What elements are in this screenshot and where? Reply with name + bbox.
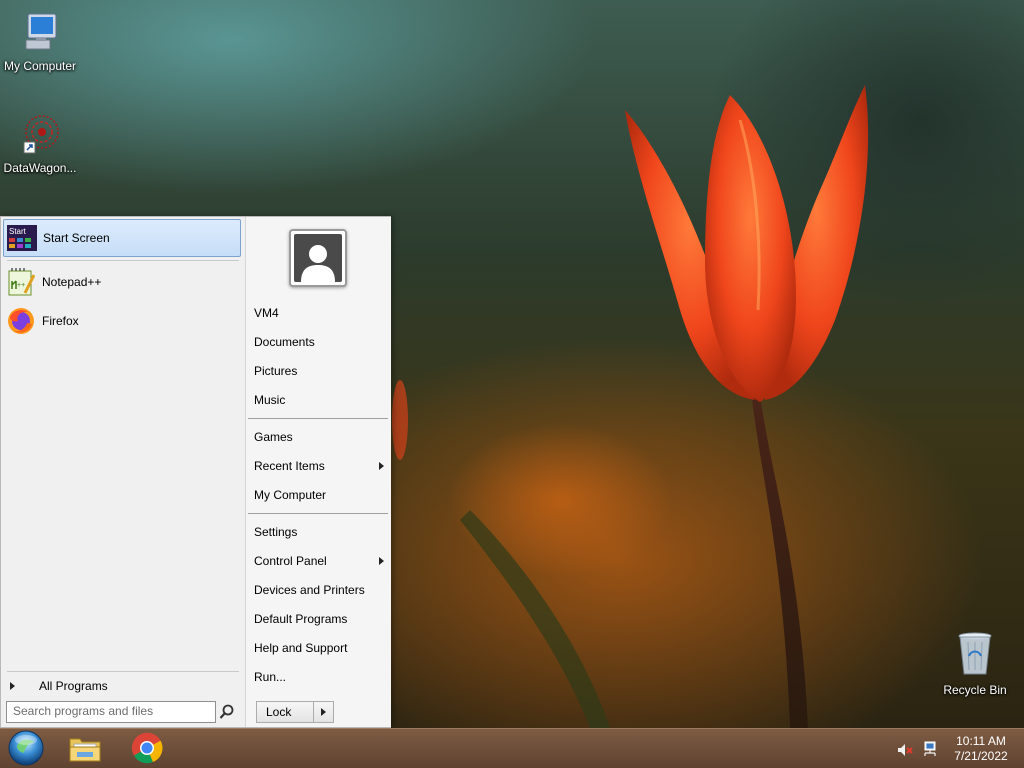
chrome-icon <box>131 732 163 767</box>
menu-item-label: VM4 <box>254 306 279 320</box>
datawagon-icon <box>0 112 80 159</box>
start-menu: Start Start Screen ++ Notepad++ Firefox … <box>0 216 391 728</box>
chevron-right-icon <box>379 557 384 565</box>
desktop-icon-label: Recycle Bin <box>943 683 1007 697</box>
menu-item-label: Music <box>254 393 286 407</box>
program-item-start-screen[interactable]: Start Start Screen <box>3 219 241 257</box>
all-programs-button[interactable]: All Programs <box>7 675 239 697</box>
places-divider <box>248 418 388 419</box>
menu-item-label: Recent Items <box>254 459 325 473</box>
search-input[interactable]: Search programs and files <box>6 701 216 723</box>
menu-item-default-programs[interactable]: Default Programs <box>254 608 388 630</box>
computer-icon <box>0 10 80 57</box>
desktop-icon-my-computer[interactable]: My Computer <box>0 10 80 73</box>
chevron-right-icon <box>321 708 326 716</box>
start-orb-icon <box>7 729 45 768</box>
chevron-right-icon <box>379 462 384 470</box>
places-divider <box>248 513 388 514</box>
program-item-notepad-plus-plus[interactable]: ++ Notepad++ <box>3 263 241 301</box>
menu-item-help-and-support[interactable]: Help and Support <box>254 637 388 659</box>
program-label: Start Screen <box>43 231 110 245</box>
menu-item-run[interactable]: Run... <box>254 666 388 688</box>
menu-item-music[interactable]: Music <box>254 389 388 411</box>
program-label: Notepad++ <box>42 275 102 289</box>
menu-item-label: Games <box>254 430 293 444</box>
menu-item-label: Documents <box>254 335 315 349</box>
recycle-bin-icon <box>935 630 1015 681</box>
all-programs-divider <box>7 671 239 672</box>
notepad-plus-plus-icon: ++ <box>6 267 36 297</box>
menu-item-label: Default Programs <box>254 612 348 626</box>
desktop-icon-datawagon[interactable]: DataWagon... <box>0 112 80 175</box>
lock-button-label: Lock <box>266 705 292 719</box>
menu-item-recent-items[interactable]: Recent Items <box>254 455 388 477</box>
start-menu-programs-pane: Start Start Screen ++ Notepad++ Firefox … <box>1 217 244 727</box>
chevron-right-icon <box>10 682 15 690</box>
avatar[interactable] <box>289 229 347 287</box>
menu-item-pictures[interactable]: Pictures <box>254 360 388 382</box>
menu-item-my-computer[interactable]: My Computer <box>254 484 388 506</box>
menu-item-label: Control Panel <box>254 554 327 568</box>
start-button[interactable] <box>6 729 46 768</box>
file-explorer-icon <box>68 733 102 766</box>
program-label: Firefox <box>42 314 79 328</box>
menu-item-settings[interactable]: Settings <box>254 521 388 543</box>
menu-item-label: Help and Support <box>254 641 348 655</box>
program-item-firefox[interactable]: Firefox <box>3 302 241 340</box>
volume-muted-icon[interactable] <box>897 742 913 758</box>
programs-divider <box>7 260 239 261</box>
menu-item-label: Settings <box>254 525 298 539</box>
menu-item-label: Run... <box>254 670 287 684</box>
menu-item-documents[interactable]: Documents <box>254 331 388 353</box>
system-clock[interactable]: 10:11 AM 7/21/2022 <box>946 734 1016 764</box>
lock-button[interactable]: Lock <box>256 701 334 723</box>
desktop-icon-recycle-bin[interactable]: Recycle Bin <box>935 630 1015 697</box>
search-placeholder: Search programs and files <box>13 704 154 718</box>
search-icon[interactable] <box>219 704 235 720</box>
menu-item-games[interactable]: Games <box>254 426 388 448</box>
user-icon <box>294 234 342 282</box>
desktop-icon-label: DataWagon... <box>3 161 77 175</box>
menu-item-control-panel[interactable]: Control Panel <box>254 550 388 572</box>
clock-date: 7/21/2022 <box>954 749 1008 763</box>
taskbar-file-explorer[interactable] <box>65 731 105 767</box>
all-programs-label: All Programs <box>39 679 108 693</box>
network-icon[interactable] <box>922 741 938 757</box>
power-options-button[interactable] <box>313 702 333 722</box>
svg-text:++: ++ <box>17 282 25 289</box>
menu-item-label: My Computer <box>254 488 327 502</box>
menu-item-label: Pictures <box>254 364 298 378</box>
start-menu-places-pane: VM4 Documents Pictures Music Games Recen… <box>245 217 391 727</box>
menu-item-vm4[interactable]: VM4 <box>254 302 388 324</box>
clock-time: 10:11 AM <box>956 734 1006 748</box>
menu-item-label: Devices and Printers <box>254 583 365 597</box>
start-screen-icon: Start <box>7 223 37 253</box>
firefox-icon <box>6 306 36 336</box>
desktop-icon-label: My Computer <box>3 59 77 73</box>
taskbar-chrome[interactable] <box>127 731 167 767</box>
svg-text:Start: Start <box>9 227 27 236</box>
taskbar: 10:11 AM 7/21/2022 <box>0 728 1024 768</box>
menu-item-devices-and-printers[interactable]: Devices and Printers <box>254 579 388 601</box>
